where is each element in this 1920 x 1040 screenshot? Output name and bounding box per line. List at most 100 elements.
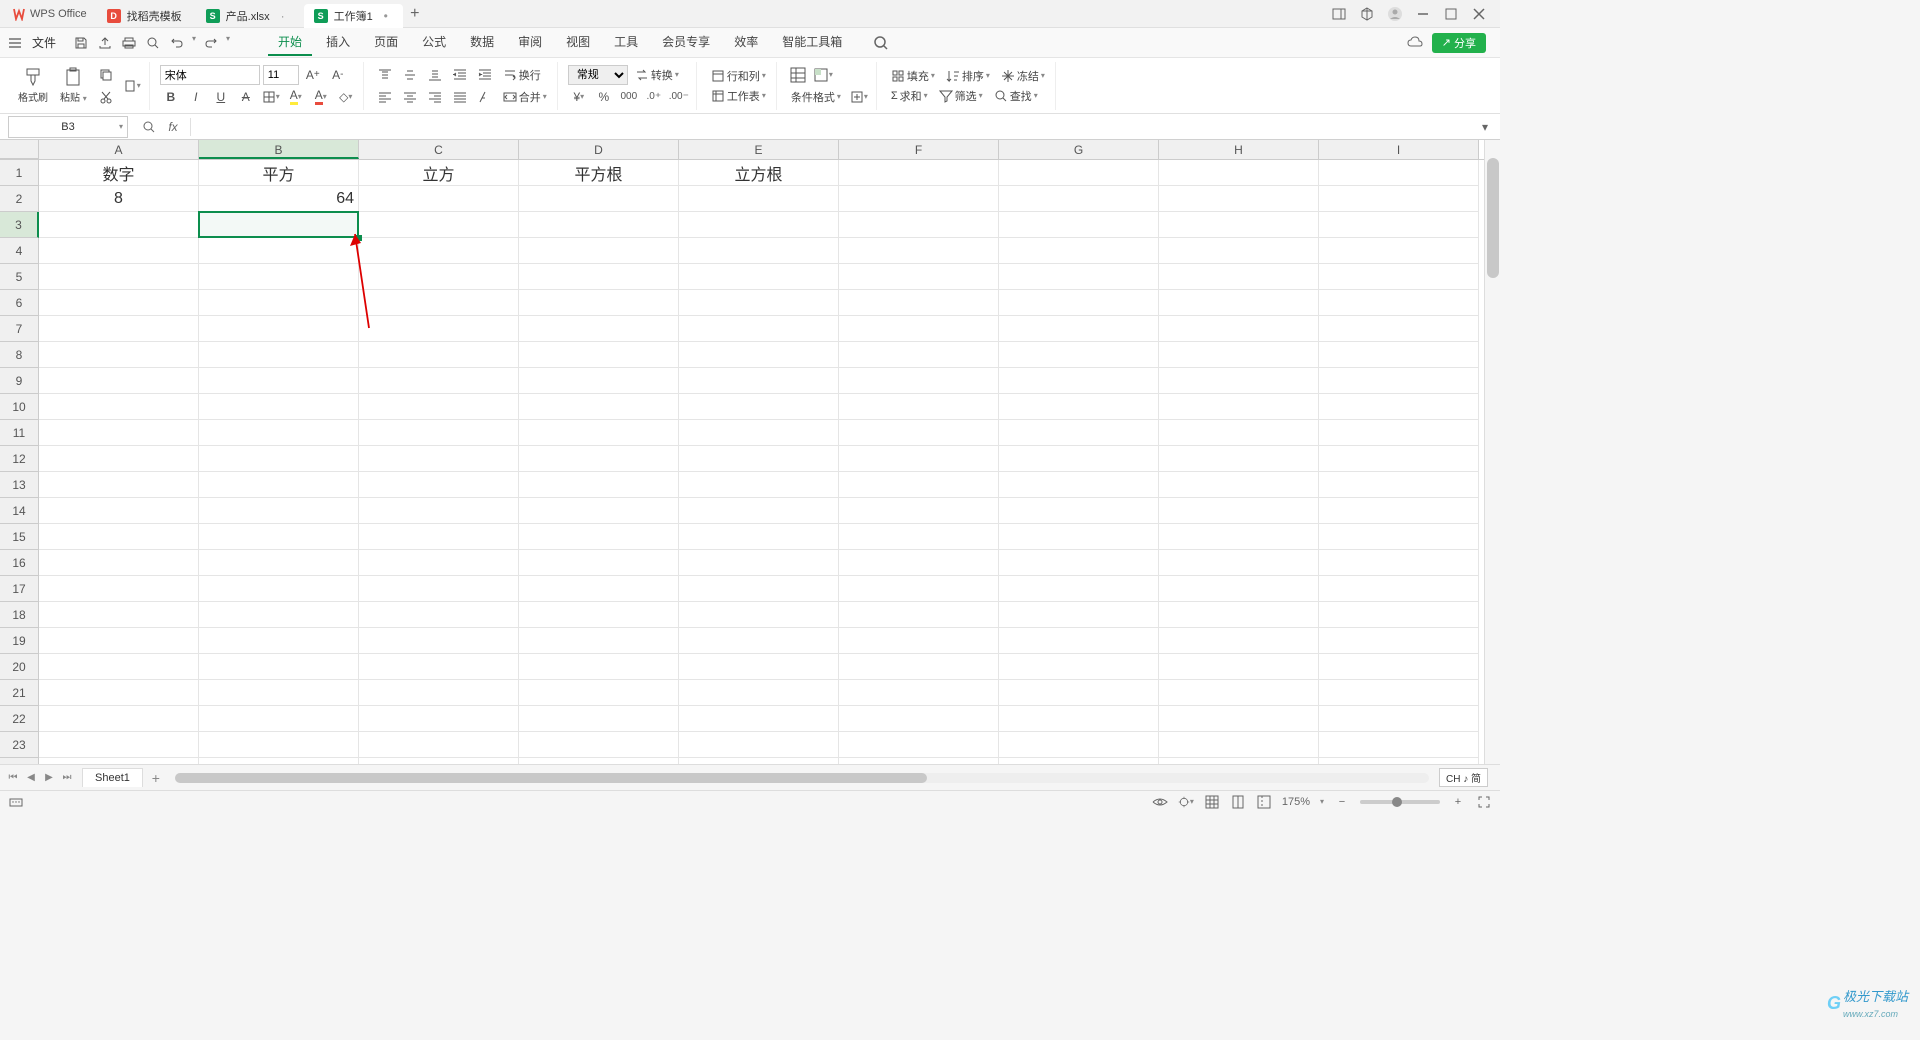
- cell[interactable]: [39, 446, 199, 472]
- cell[interactable]: [1319, 186, 1479, 212]
- worksheet-button[interactable]: 工作表▾: [707, 87, 770, 105]
- cell[interactable]: [199, 654, 359, 680]
- paste-button[interactable]: 粘贴 ▾: [56, 65, 91, 106]
- cell[interactable]: [999, 732, 1159, 758]
- cell[interactable]: [1319, 602, 1479, 628]
- row-header[interactable]: 5: [0, 264, 39, 290]
- cell[interactable]: [359, 316, 519, 342]
- cell[interactable]: [1159, 186, 1319, 212]
- cell[interactable]: [999, 550, 1159, 576]
- strike-button[interactable]: A: [235, 87, 257, 107]
- insert-cells-button[interactable]: ▾: [848, 87, 870, 107]
- align-top-button[interactable]: [374, 65, 396, 85]
- cell[interactable]: [839, 472, 999, 498]
- align-justify-button[interactable]: [449, 87, 471, 107]
- cell[interactable]: [519, 186, 679, 212]
- cell[interactable]: [359, 186, 519, 212]
- cell[interactable]: [519, 472, 679, 498]
- cell[interactable]: [1319, 758, 1479, 764]
- cell[interactable]: [1319, 524, 1479, 550]
- cell[interactable]: [1159, 628, 1319, 654]
- cell[interactable]: [39, 316, 199, 342]
- cell[interactable]: [39, 472, 199, 498]
- row-header[interactable]: 12: [0, 446, 39, 472]
- cell[interactable]: [839, 290, 999, 316]
- cell[interactable]: [679, 758, 839, 764]
- cell[interactable]: [39, 576, 199, 602]
- cell[interactable]: [679, 238, 839, 264]
- border-button[interactable]: ▾: [260, 87, 282, 107]
- sheet-tab[interactable]: Sheet1: [82, 768, 143, 787]
- cell[interactable]: [1159, 680, 1319, 706]
- cell[interactable]: 64: [199, 186, 359, 212]
- cell[interactable]: [519, 264, 679, 290]
- copy-button[interactable]: [95, 65, 117, 85]
- cell[interactable]: [39, 706, 199, 732]
- scrollbar-thumb[interactable]: [1487, 158, 1499, 278]
- row-header[interactable]: 3: [0, 212, 39, 238]
- font-color-button[interactable]: A▾: [310, 87, 332, 107]
- row-header[interactable]: 24: [0, 758, 39, 764]
- cell-style-button[interactable]: ▾: [812, 65, 834, 85]
- zoom-out-button[interactable]: −: [1334, 794, 1350, 810]
- cell[interactable]: [359, 732, 519, 758]
- cell[interactable]: [999, 628, 1159, 654]
- cell[interactable]: [359, 550, 519, 576]
- cell[interactable]: [1159, 368, 1319, 394]
- cell[interactable]: [1319, 264, 1479, 290]
- row-header[interactable]: 22: [0, 706, 39, 732]
- row-header[interactable]: 7: [0, 316, 39, 342]
- export-icon[interactable]: [96, 34, 114, 52]
- column-header[interactable]: G: [999, 140, 1159, 159]
- cell[interactable]: [679, 654, 839, 680]
- cell[interactable]: [679, 732, 839, 758]
- cell[interactable]: [39, 732, 199, 758]
- cell[interactable]: [839, 602, 999, 628]
- zoom-value[interactable]: 175%: [1282, 796, 1310, 808]
- cell[interactable]: [999, 472, 1159, 498]
- sheet-first-button[interactable]: ⏮: [6, 771, 20, 785]
- cell[interactable]: [519, 576, 679, 602]
- tab-workbook1[interactable]: S 工作簿1 •: [304, 4, 403, 28]
- cell[interactable]: [359, 264, 519, 290]
- cell[interactable]: [1159, 290, 1319, 316]
- cell[interactable]: [199, 238, 359, 264]
- column-header[interactable]: I: [1319, 140, 1479, 159]
- cell[interactable]: [839, 498, 999, 524]
- row-header[interactable]: 15: [0, 524, 39, 550]
- cell[interactable]: [519, 628, 679, 654]
- cell[interactable]: [1319, 420, 1479, 446]
- cell[interactable]: 立方: [359, 160, 519, 186]
- cell[interactable]: [1159, 394, 1319, 420]
- cell[interactable]: [359, 602, 519, 628]
- cell[interactable]: [679, 186, 839, 212]
- name-box[interactable]: B3 ▾: [8, 116, 128, 138]
- menu-tab[interactable]: 审阅: [508, 29, 552, 56]
- target-icon[interactable]: ▾: [1178, 794, 1194, 810]
- cell[interactable]: [519, 316, 679, 342]
- cell[interactable]: [199, 550, 359, 576]
- number-format-select[interactable]: 常规: [568, 65, 628, 85]
- cell[interactable]: [1319, 368, 1479, 394]
- align-center-button[interactable]: [399, 87, 421, 107]
- row-header[interactable]: 14: [0, 498, 39, 524]
- cell[interactable]: [999, 420, 1159, 446]
- row-header[interactable]: 10: [0, 394, 39, 420]
- row-header[interactable]: 2: [0, 186, 39, 212]
- view-page-button[interactable]: [1230, 794, 1246, 810]
- row-header[interactable]: 9: [0, 368, 39, 394]
- cube-icon[interactable]: [1358, 5, 1376, 23]
- cell[interactable]: [999, 186, 1159, 212]
- cell[interactable]: [1319, 342, 1479, 368]
- align-middle-button[interactable]: [399, 65, 421, 85]
- cell[interactable]: [679, 602, 839, 628]
- cell[interactable]: [1319, 238, 1479, 264]
- scrollbar-thumb[interactable]: [175, 773, 927, 783]
- cell[interactable]: [359, 368, 519, 394]
- cell[interactable]: [359, 758, 519, 764]
- cell[interactable]: [1159, 498, 1319, 524]
- menu-tab[interactable]: 插入: [316, 29, 360, 56]
- add-sheet-button[interactable]: +: [147, 769, 165, 787]
- cell[interactable]: [679, 316, 839, 342]
- cell[interactable]: [1159, 472, 1319, 498]
